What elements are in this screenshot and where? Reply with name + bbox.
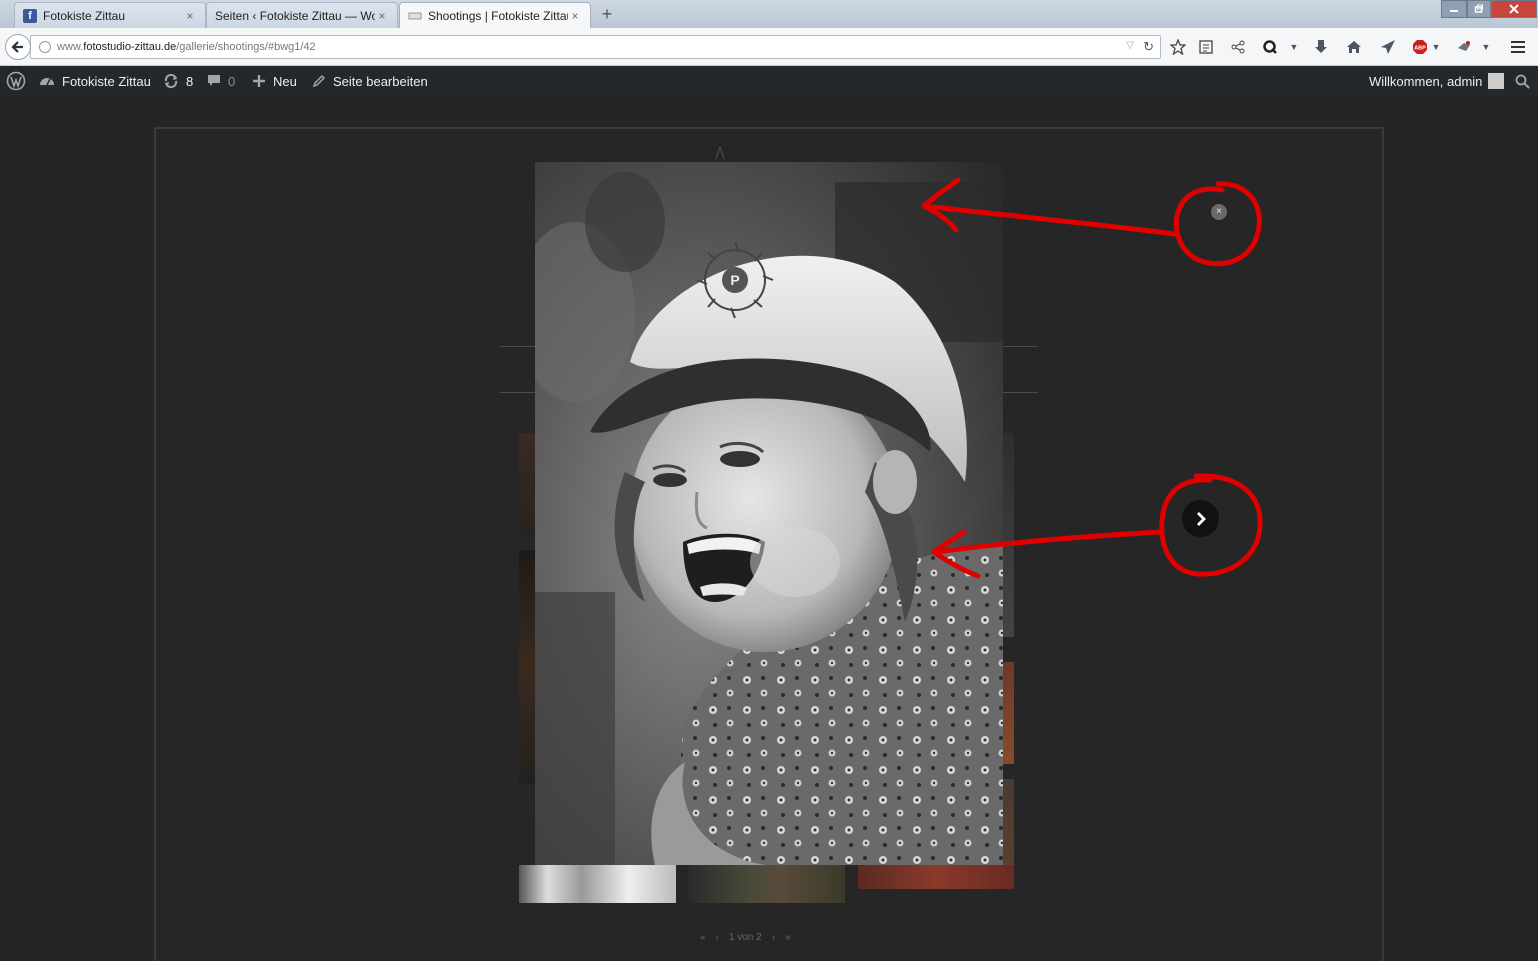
- tab-close-icon[interactable]: ×: [183, 9, 197, 23]
- refresh-icon: [163, 73, 179, 89]
- extension-icon[interactable]: [1454, 37, 1474, 57]
- comment-icon: [207, 74, 221, 88]
- q-icon[interactable]: [1260, 37, 1280, 57]
- comments-count: 0: [228, 73, 236, 89]
- updates-count: 8: [186, 73, 194, 89]
- my-account-link[interactable]: Willkommen, admin: [1369, 66, 1505, 96]
- share-icon[interactable]: [1228, 37, 1248, 57]
- wordpress-logo-button[interactable]: [6, 66, 26, 96]
- tab-title: Shootings | Fotokiste Zittau: [428, 8, 568, 23]
- site-name-link[interactable]: Fotokiste Zittau: [39, 66, 151, 96]
- restore-button[interactable]: [1467, 0, 1491, 18]
- back-button[interactable]: [5, 34, 31, 60]
- chevron-right-icon: [1196, 511, 1206, 526]
- extension-dropdown-icon[interactable]: ▼: [1476, 37, 1496, 57]
- first-page-link[interactable]: «: [700, 932, 706, 943]
- edit-page-link[interactable]: Seite bearbeiten: [312, 66, 428, 96]
- svg-text:ABP: ABP: [1414, 46, 1426, 52]
- tab-close-icon[interactable]: ×: [375, 9, 389, 23]
- browser-tab-3[interactable]: Shootings | Fotokiste Zittau ×: [399, 2, 591, 28]
- welcome-text: Willkommen, admin: [1369, 73, 1483, 89]
- adblock-dropdown-icon[interactable]: ▼: [1426, 37, 1446, 57]
- logo-remnant: [714, 146, 726, 160]
- gallery-pagination: « ‹ 1 von 2 › »: [700, 932, 791, 943]
- page-icon: [408, 9, 422, 23]
- star-icon[interactable]: [1168, 37, 1188, 57]
- navigation-toolbar: www. fotostudio-zittau.de/gallerie/shooti…: [0, 28, 1538, 66]
- child-portrait-photo: P: [535, 162, 1003, 865]
- globe-icon: [39, 41, 51, 53]
- browser-tab-strip: f Fotokiste Zittau × Seiten ‹ Fotokiste …: [0, 0, 1538, 28]
- tab-title: Seiten ‹ Fotokiste Zittau — Wor...: [215, 8, 375, 23]
- plus-icon: [252, 74, 266, 88]
- gallery-thumbnail[interactable]: [1002, 662, 1014, 764]
- edit-page-label: Seite bearbeiten: [333, 73, 428, 89]
- svg-text:P: P: [730, 272, 739, 288]
- last-page-link[interactable]: »: [785, 932, 791, 943]
- browser-tab-1[interactable]: f Fotokiste Zittau ×: [14, 2, 206, 28]
- reload-icon[interactable]: ↻: [1143, 39, 1154, 55]
- gallery-thumbnail[interactable]: [1002, 433, 1014, 637]
- back-arrow-icon: [11, 41, 23, 53]
- search-button[interactable]: [1515, 66, 1530, 96]
- gallery-thumbnail[interactable]: [858, 865, 1014, 889]
- wordpress-icon: [6, 71, 26, 91]
- lightbox-image[interactable]: P: [535, 162, 1003, 865]
- new-content-link[interactable]: Neu: [252, 66, 297, 96]
- url-dropdown-icon[interactable]: ▽: [1126, 40, 1134, 51]
- gallery-thumbnail[interactable]: [519, 865, 676, 903]
- comments-link[interactable]: 0: [207, 66, 235, 96]
- dashboard-icon: [39, 74, 55, 88]
- q-dropdown-icon[interactable]: ▼: [1284, 37, 1304, 57]
- facebook-icon: f: [23, 8, 37, 23]
- reader-icon[interactable]: [1196, 37, 1216, 57]
- url-host: fotostudio-zittau.de: [83, 41, 177, 53]
- avatar: [1488, 73, 1505, 89]
- address-bar[interactable]: www. fotostudio-zittau.de/gallerie/shooti…: [30, 35, 1161, 59]
- page-viewport: « ‹ 1 von 2 › » P ×: [0, 96, 1538, 961]
- send-icon[interactable]: [1378, 37, 1398, 57]
- gallery-thumbnail[interactable]: [688, 865, 845, 903]
- tab-close-icon[interactable]: ×: [568, 9, 582, 23]
- prev-page-link[interactable]: ‹: [716, 932, 719, 943]
- download-icon[interactable]: [1311, 37, 1331, 57]
- menu-icon[interactable]: [1508, 37, 1528, 57]
- minimize-button[interactable]: [1441, 0, 1467, 18]
- close-window-button[interactable]: [1491, 0, 1537, 18]
- gallery-thumbnail[interactable]: [1002, 779, 1014, 869]
- next-page-link[interactable]: ›: [772, 932, 775, 943]
- new-label: Neu: [273, 73, 297, 89]
- updates-link[interactable]: 8: [163, 66, 193, 96]
- wp-admin-bar: Fotokiste Zittau 8 0 Neu Seite bearbeite…: [0, 66, 1538, 96]
- url-prefix: www.: [57, 41, 84, 53]
- lightbox-next-button[interactable]: [1182, 500, 1219, 537]
- page-indicator: 1 von 2: [728, 932, 762, 943]
- tab-title: Fotokiste Zittau: [43, 8, 126, 23]
- url-path: /gallerie/shootings/#bwg1/42: [176, 41, 316, 53]
- window-controls: [1441, 0, 1537, 18]
- browser-tab-2[interactable]: Seiten ‹ Fotokiste Zittau — Wor... ×: [206, 2, 398, 28]
- new-tab-button[interactable]: +: [598, 5, 616, 23]
- search-icon: [1515, 74, 1530, 89]
- pencil-icon: [312, 74, 326, 88]
- site-name: Fotokiste Zittau: [62, 73, 151, 89]
- lightbox-close-button[interactable]: ×: [1211, 204, 1227, 220]
- home-icon[interactable]: [1344, 37, 1364, 57]
